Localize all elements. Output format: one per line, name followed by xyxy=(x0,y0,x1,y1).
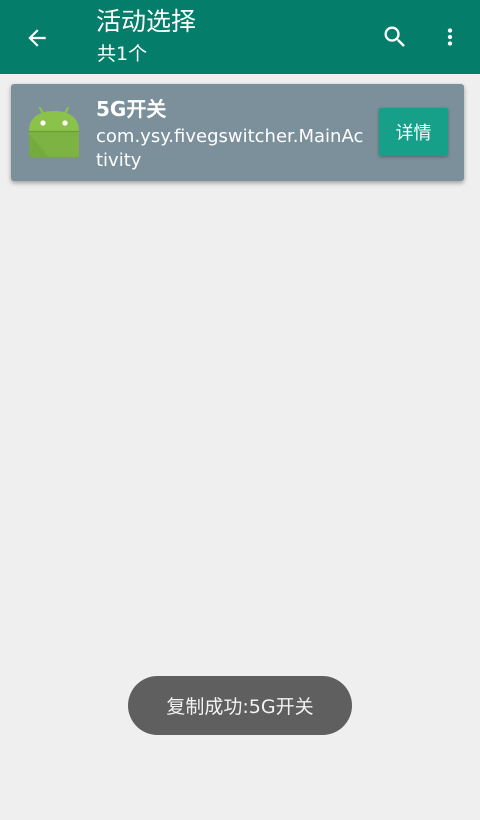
page-subtitle: 共1个 xyxy=(97,43,148,65)
app-bar: 活动选择 共1个 xyxy=(0,0,480,74)
search-button[interactable] xyxy=(372,14,418,60)
more-options-button[interactable] xyxy=(428,14,472,60)
back-button[interactable] xyxy=(14,15,60,61)
android-app-icon xyxy=(29,106,79,157)
list-item[interactable]: 5G开关 com.ysy.fivegswitcher.MainActivity … xyxy=(11,84,464,181)
app-name: 5G开关 xyxy=(96,97,167,121)
page-title: 活动选择 xyxy=(96,7,197,36)
search-icon xyxy=(384,26,405,47)
activity-name: com.ysy.fivegswitcher.MainActivity xyxy=(96,126,364,171)
arrow-back-icon xyxy=(28,29,46,47)
toast-message: 复制成功:5G开关 xyxy=(128,676,352,735)
detail-button[interactable]: 详情 xyxy=(379,108,448,156)
more-vert-icon xyxy=(447,28,453,46)
